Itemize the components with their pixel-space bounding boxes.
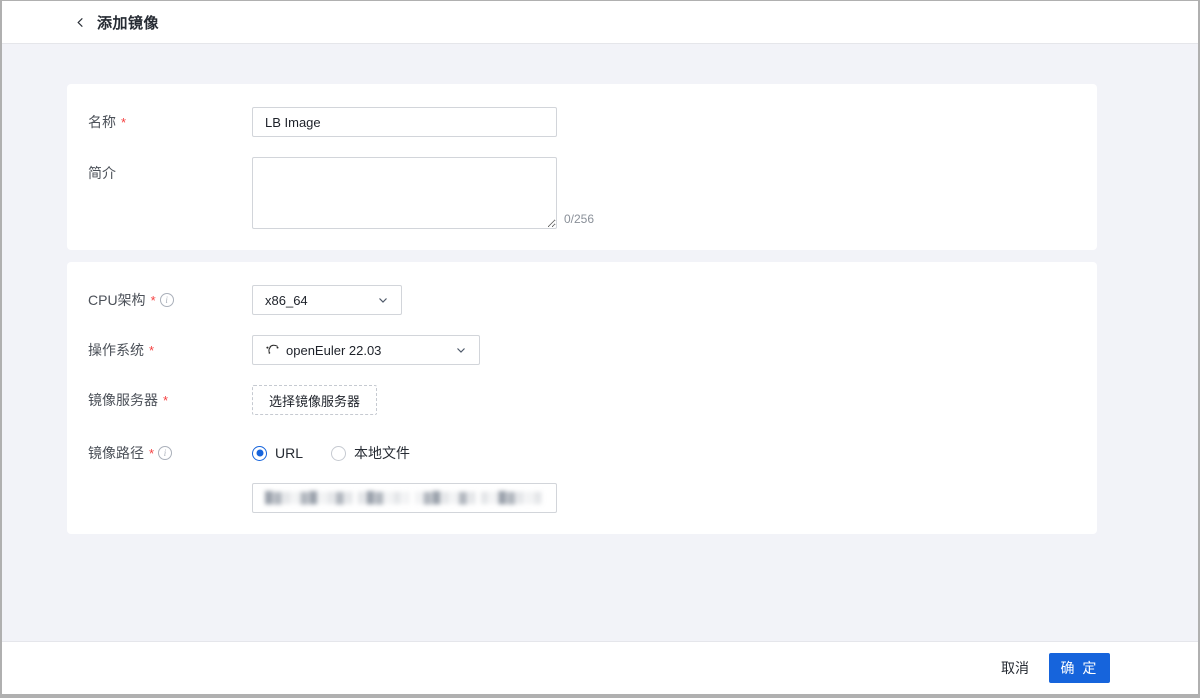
form-row-image-path: 镜像路径* i URL 本地文件 bbox=[88, 443, 1073, 463]
radio-option-local-file[interactable]: 本地文件 bbox=[331, 443, 410, 463]
description-field-wrap: 0/256 bbox=[252, 157, 594, 229]
footer-actions: 取消 确 定 bbox=[2, 641, 1198, 694]
content-area: 名称* 简介 0/256 CPU架构* i bbox=[2, 44, 1198, 641]
redacted-url-value: █▓▒░▓█░▒▓▒ ▒█▓░▒░ ░▓█▒░▓▒ ▒░█▓▒░▒ ░▒▓█░▒… bbox=[265, 484, 544, 512]
radio-selected-icon[interactable] bbox=[252, 446, 267, 461]
page-header: 添加镜像 bbox=[2, 1, 1198, 44]
cpu-arch-label: CPU架构* i bbox=[88, 290, 252, 310]
form-row-image-server: 镜像服务器* 选择镜像服务器 bbox=[88, 385, 1073, 415]
char-counter: 0/256 bbox=[564, 212, 594, 226]
basic-info-card: 名称* 简介 0/256 bbox=[67, 84, 1097, 250]
description-textarea[interactable] bbox=[252, 157, 557, 229]
cancel-button[interactable]: 取消 bbox=[991, 652, 1039, 684]
required-asterisk: * bbox=[149, 446, 154, 461]
required-asterisk: * bbox=[121, 115, 126, 130]
back-icon[interactable] bbox=[70, 12, 90, 32]
required-asterisk: * bbox=[149, 343, 154, 358]
add-image-page: 添加镜像 名称* 简介 0/256 bbox=[0, 0, 1200, 698]
form-row-description: 简介 0/256 bbox=[88, 157, 1073, 229]
select-image-server-button[interactable]: 选择镜像服务器 bbox=[252, 385, 377, 415]
os-selected-value: openEuler 22.03 bbox=[286, 343, 381, 358]
page-title: 添加镜像 bbox=[97, 12, 159, 33]
image-path-label: 镜像路径* i bbox=[88, 443, 252, 463]
chevron-down-icon bbox=[455, 344, 467, 356]
name-label: 名称* bbox=[88, 112, 252, 132]
image-server-label: 镜像服务器* bbox=[88, 390, 252, 410]
image-path-radio-group: URL 本地文件 bbox=[252, 443, 410, 463]
form-row-image-url: █▓▒░▓█░▒▓▒ ▒█▓░▒░ ░▓█▒░▓▒ ▒░█▓▒░▒ ░▒▓█░▒… bbox=[88, 483, 1073, 513]
cpu-arch-selected-value: x86_64 bbox=[265, 293, 308, 308]
radio-option-url[interactable]: URL bbox=[252, 445, 303, 461]
cpu-arch-select[interactable]: x86_64 bbox=[252, 285, 402, 315]
chevron-down-icon bbox=[377, 294, 389, 306]
radio-unselected-icon[interactable] bbox=[331, 446, 346, 461]
form-row-cpu-arch: CPU架构* i x86_64 bbox=[88, 285, 1073, 315]
confirm-button[interactable]: 确 定 bbox=[1049, 653, 1110, 683]
required-asterisk: * bbox=[163, 393, 168, 408]
required-asterisk: * bbox=[151, 293, 156, 308]
os-select[interactable]: openEuler 22.03 bbox=[252, 335, 480, 365]
form-row-name: 名称* bbox=[88, 107, 1073, 137]
form-row-os: 操作系统* openEuler 22 bbox=[88, 335, 1073, 365]
description-label: 简介 bbox=[88, 157, 252, 183]
openeuler-logo-icon bbox=[265, 342, 279, 358]
os-label: 操作系统* bbox=[88, 340, 252, 360]
image-url-input[interactable]: █▓▒░▓█░▒▓▒ ▒█▓░▒░ ░▓█▒░▓▒ ▒░█▓▒░▒ ░▒▓█░▒… bbox=[252, 483, 557, 513]
info-icon[interactable]: i bbox=[160, 293, 174, 307]
name-input[interactable] bbox=[252, 107, 557, 137]
image-config-card: CPU架构* i x86_64 操作系统* bbox=[67, 262, 1097, 534]
info-icon[interactable]: i bbox=[158, 446, 172, 460]
